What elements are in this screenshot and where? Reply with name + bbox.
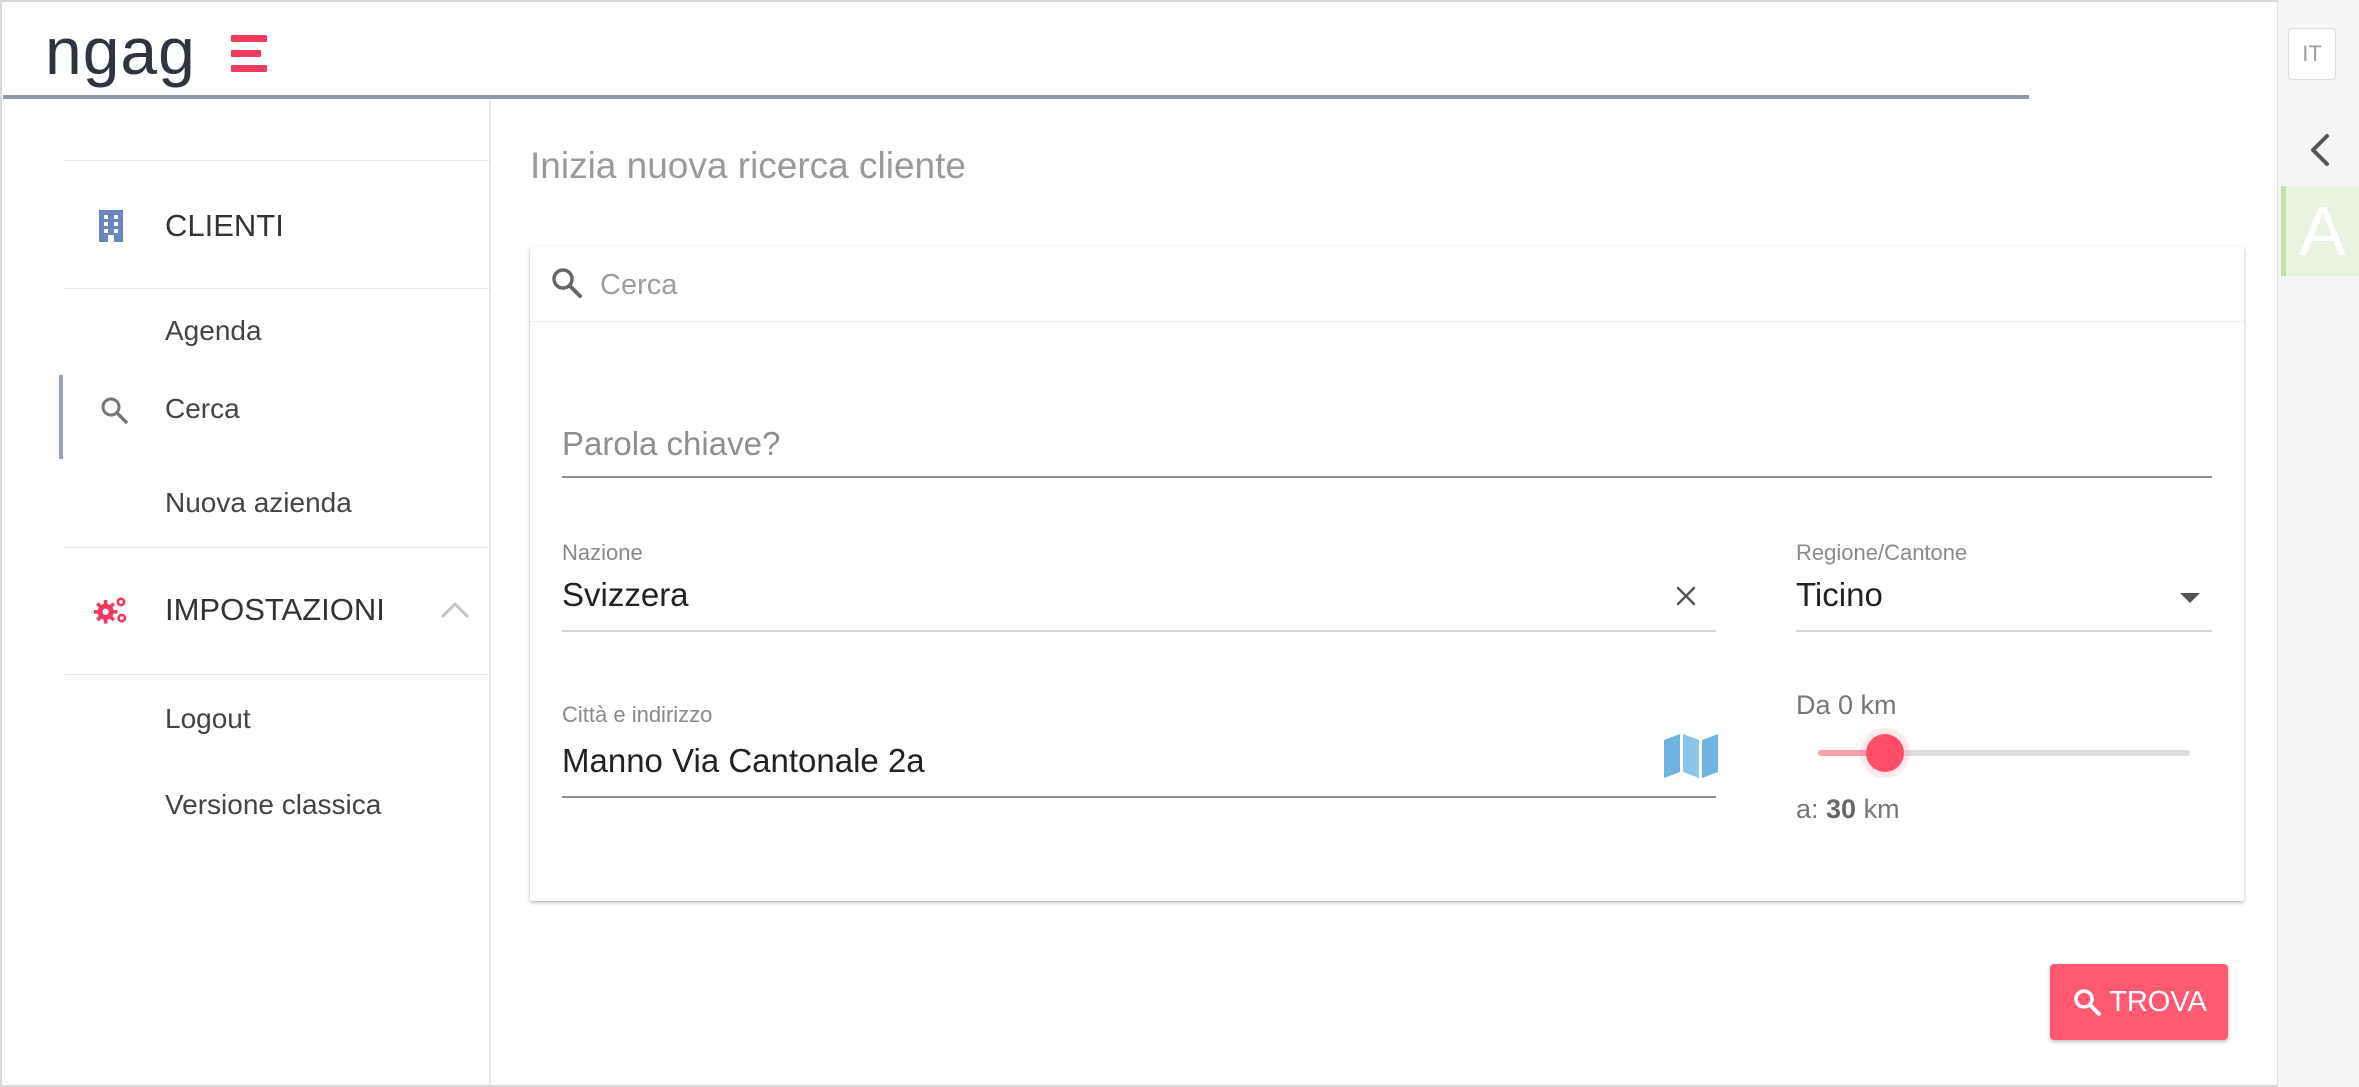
range-from-label: Da 0 km (1796, 690, 1897, 720)
sidebar-item-agenda[interactable]: Agenda (3, 297, 491, 367)
sidebar-item-nuova-azienda[interactable]: Nuova azienda (3, 469, 491, 539)
sidebar-divider (65, 288, 491, 289)
sidebar: CLIENTI Agenda Cerca Nuova azienda IMPOS… (3, 100, 491, 1085)
collapse-panel-button[interactable] (2285, 120, 2355, 180)
nazione-value: Svizzera (562, 576, 689, 613)
logo-e-mark (231, 35, 267, 73)
search-icon (99, 395, 129, 425)
sidebar-item-versione-classica[interactable]: Versione classica (3, 771, 491, 841)
sidebar-item-label: Versione classica (165, 789, 382, 820)
sidebar-item-label: Cerca (165, 393, 240, 424)
indirizzo-underline (562, 796, 1716, 798)
regione-value: Ticino (1796, 576, 1883, 613)
clear-icon[interactable] (1672, 582, 1700, 610)
logo[interactable]: ngag (45, 13, 196, 89)
chevron-left-icon (2311, 134, 2329, 166)
chevron-up-icon[interactable] (439, 594, 471, 626)
quick-search-bar (530, 246, 2244, 322)
quick-search-input[interactable] (600, 260, 2200, 310)
language-button[interactable]: IT (2288, 28, 2336, 80)
sidebar-item-label: Logout (165, 703, 251, 734)
trova-button[interactable]: TROVA (2050, 964, 2228, 1040)
sidebar-divider (65, 674, 491, 675)
gears-icon (93, 592, 129, 628)
sidebar-item-cerca[interactable]: Cerca (3, 375, 491, 459)
sidebar-item-logout[interactable]: Logout (3, 685, 491, 755)
trova-button-label: TROVA (2109, 985, 2207, 1018)
sidebar-section-impostazioni[interactable]: IMPOSTAZIONI (3, 570, 491, 650)
indirizzo-field[interactable]: Città e indirizzo Manno Via Cantonale 2a (562, 702, 1718, 798)
nazione-underline (562, 630, 1716, 632)
regione-select[interactable]: Regione/Cantone Ticino (1796, 540, 2212, 632)
sidebar-section-clienti[interactable]: CLIENTI (3, 186, 491, 266)
keyword-field[interactable] (562, 414, 2212, 478)
sidebar-item-label: Agenda (165, 315, 262, 346)
regione-underline (1796, 630, 2212, 632)
sidebar-section-label: IMPOSTAZIONI (165, 592, 385, 627)
top-header: ngag (3, 3, 2029, 99)
avatar[interactable]: A (2281, 186, 2359, 276)
sidebar-divider (65, 160, 491, 161)
regione-label: Regione/Cantone (1796, 540, 1968, 565)
sidebar-divider (65, 547, 491, 548)
nazione-field[interactable]: Nazione Svizzera (562, 540, 1716, 632)
sidebar-item-label: Nuova azienda (165, 487, 352, 518)
range-to-label: a: 30 km (1796, 794, 1900, 824)
indirizzo-label: Città e indirizzo (562, 702, 713, 727)
search-icon (2071, 986, 2103, 1018)
search-card: Nazione Svizzera Regione/Cantone Ticino … (530, 246, 2244, 901)
sidebar-section-label: CLIENTI (165, 208, 284, 243)
indirizzo-value: Manno Via Cantonale 2a (562, 742, 925, 779)
nazione-label: Nazione (562, 540, 643, 565)
distance-slider-thumb[interactable] (1865, 734, 1904, 772)
search-icon (548, 264, 586, 302)
keyword-underline (562, 476, 2212, 478)
building-icon (93, 208, 129, 244)
page-title: Inizia nuova ricerca cliente (530, 145, 966, 186)
caret-down-icon[interactable] (2176, 588, 2204, 608)
map-icon[interactable] (1662, 732, 1720, 780)
keyword-input[interactable] (562, 414, 2212, 474)
